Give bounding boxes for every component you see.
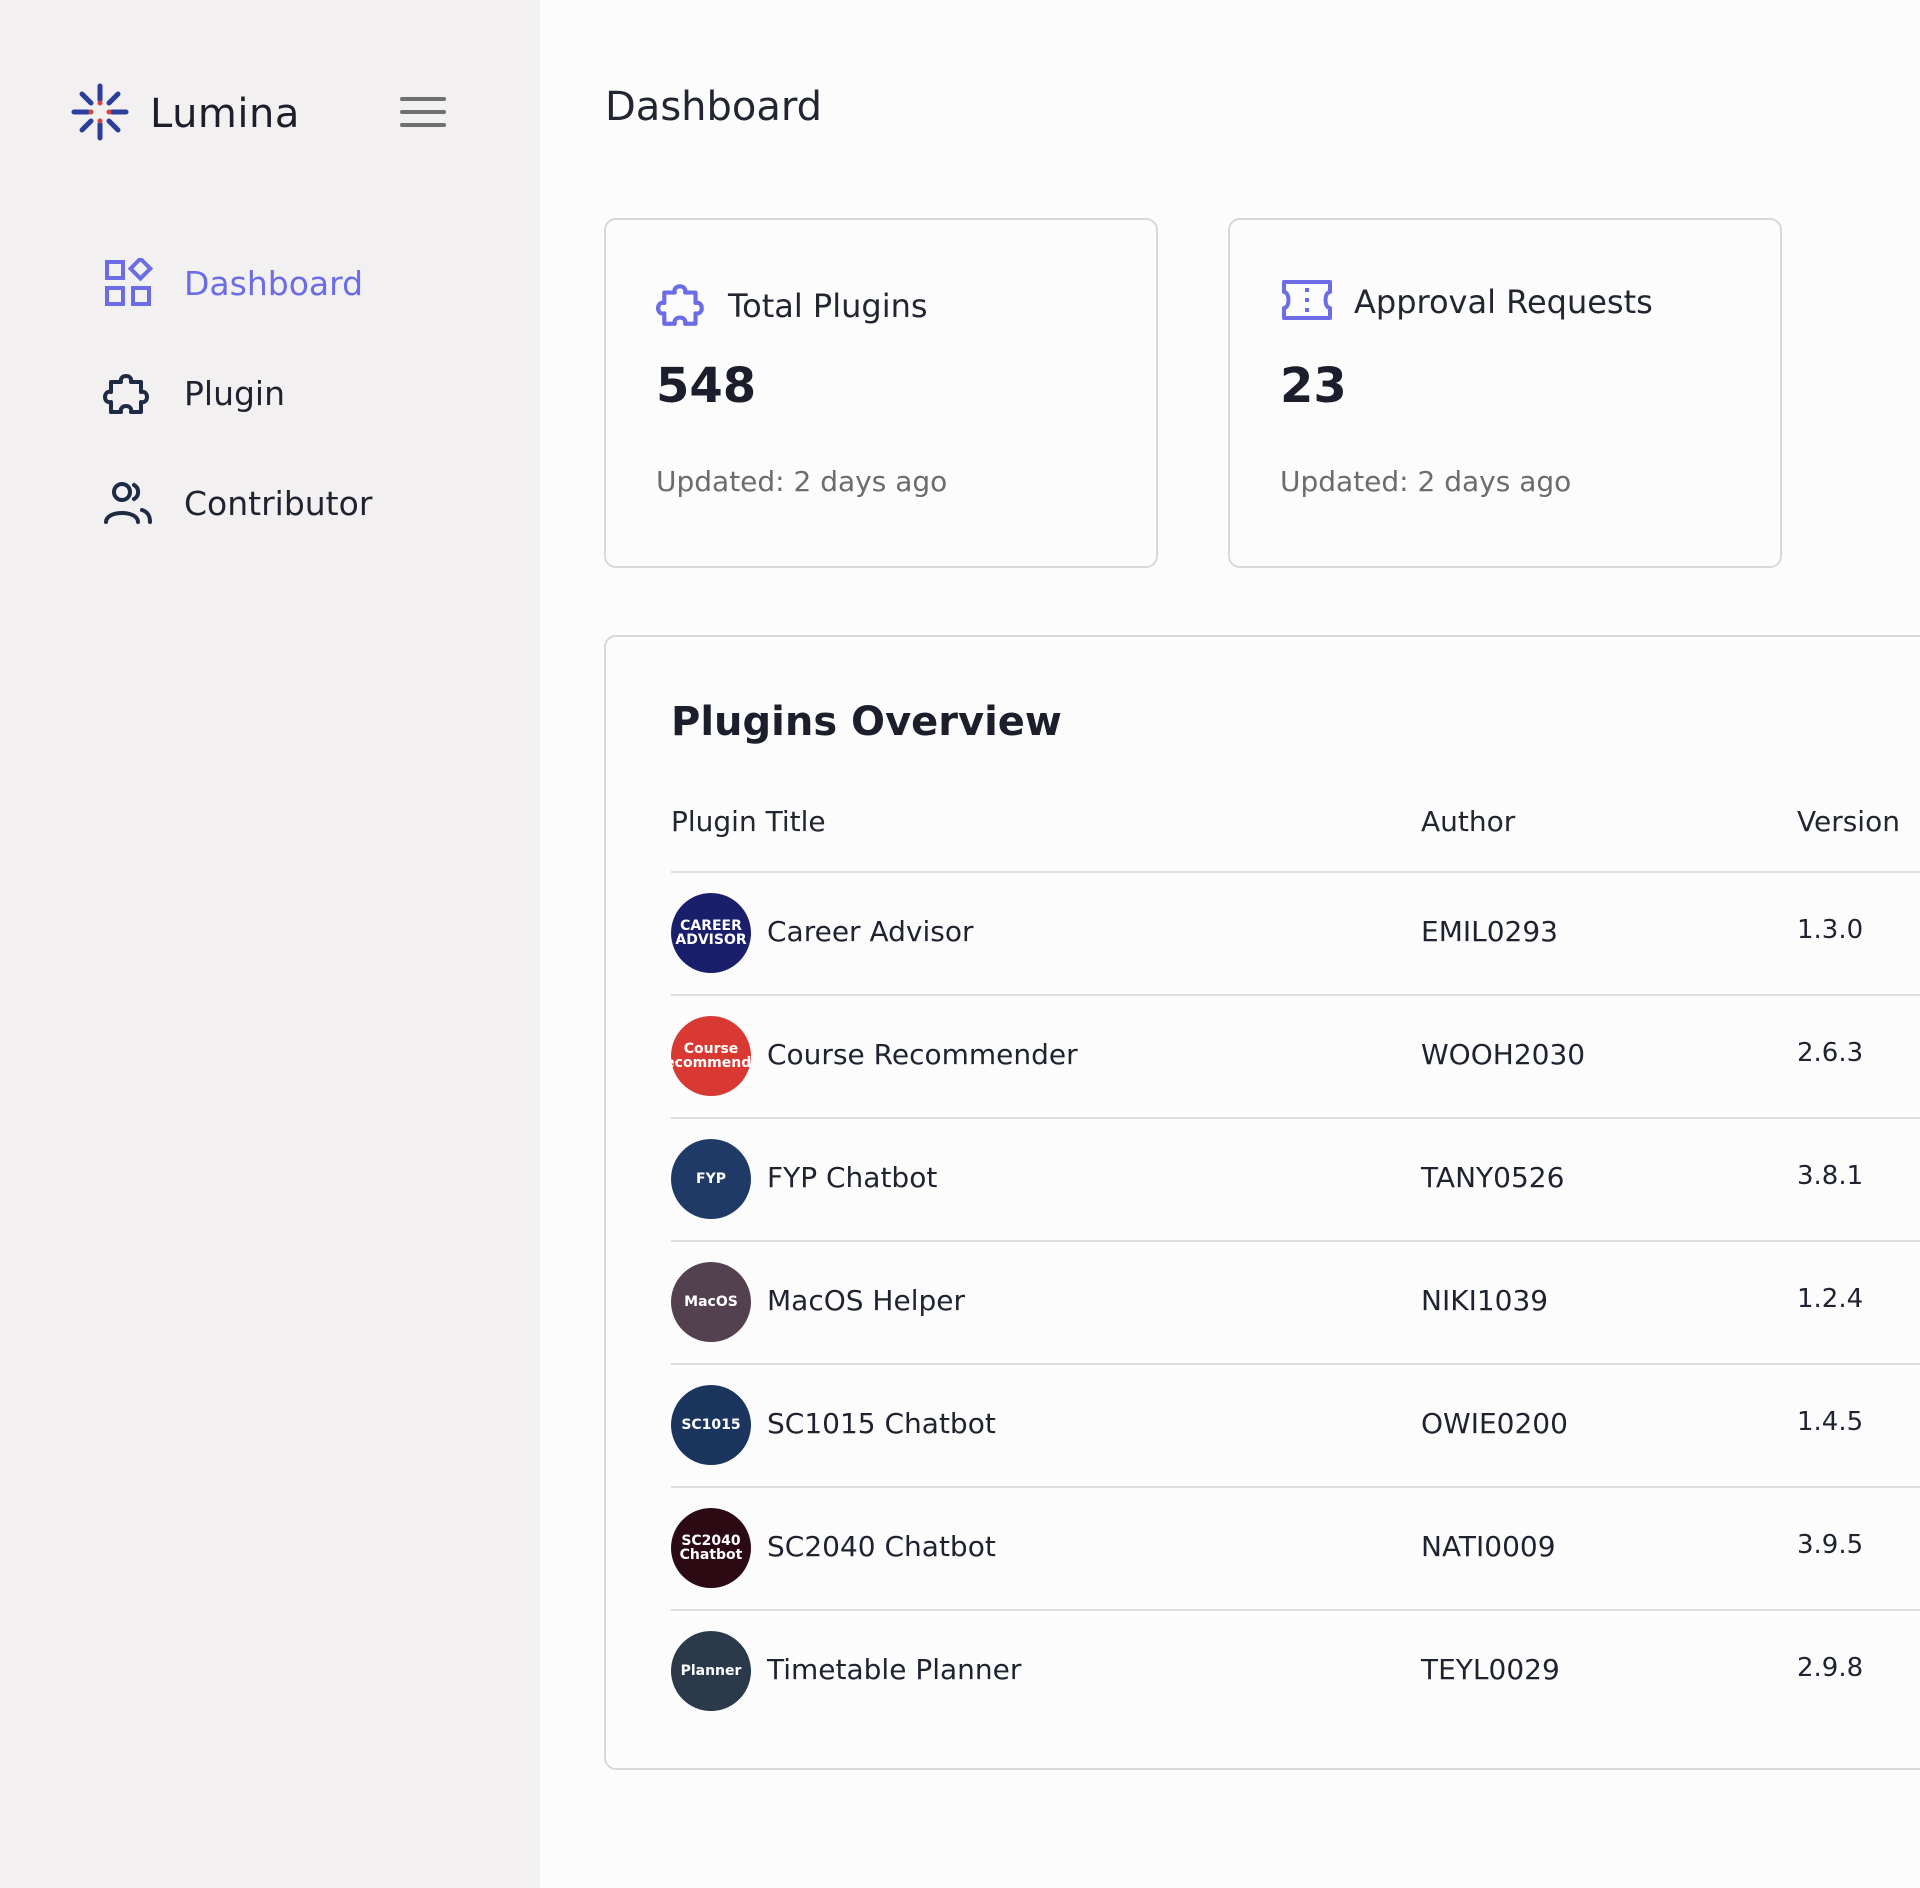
plugin-author: OWIE0200 [1421,1407,1568,1440]
column-header-title[interactable]: Plugin Title [671,805,826,838]
card-value: 23 [1280,358,1347,414]
ticket-icon [1280,278,1334,326]
overview-title: Plugins Overview [671,699,1062,745]
plugin-version: 3.9.5 [1797,1530,1864,1560]
plugin-title: SC1015 Chatbot [767,1407,996,1440]
table-row[interactable]: SC1015 SC1015 Chatbot OWIE0200 1.4.5 [671,1363,1920,1486]
plugin-avatar: SC1015 [671,1385,751,1465]
sidebar-item-plugin[interactable]: Plugin [102,338,372,448]
sidebar-item-dashboard[interactable]: Dashboard [102,228,372,338]
plugin-avatar: Course Recommender [671,1016,751,1096]
plugin-version: 2.6.3 [1797,1038,1864,1068]
plugin-title: FYP Chatbot [767,1161,938,1194]
dashboard-icon [102,257,154,309]
plugin-author: TEYL0029 [1421,1653,1560,1686]
plugin-avatar: CAREER ADVISOR [671,893,751,973]
hamburger-icon[interactable] [400,97,446,131]
table-header: Plugin Title Author Version [671,797,1920,847]
brand-name: Lumina [150,91,300,137]
puzzle-icon [102,367,154,419]
table-row[interactable]: Planner Timetable Planner TEYL0029 2.9.8 [671,1609,1920,1732]
lumina-logo-icon [68,80,132,148]
plugin-author: NIKI1039 [1421,1284,1549,1317]
plugin-title: SC2040 Chatbot [767,1530,996,1563]
users-icon [102,477,154,529]
plugins-overview: Plugins Overview Plugin Title Author Ver… [604,635,1920,1770]
card-title: Approval Requests [1354,283,1653,321]
plugin-title: Timetable Planner [767,1653,1022,1686]
plugin-avatar: FYP [671,1139,751,1219]
plugin-avatar: SC2040 Chatbot [671,1508,751,1588]
plugin-author: WOOH2030 [1421,1038,1586,1071]
sidebar-item-label: Contributor [184,483,373,523]
table-body: CAREER ADVISOR Career Advisor EMIL0293 1… [671,871,1920,1732]
card-header: Approval Requests [1280,278,1653,326]
plugin-author: NATI0009 [1421,1530,1556,1563]
sidebar-item-contributor[interactable]: Contributor [102,448,372,558]
card-updated: Updated: 2 days ago [656,465,948,498]
card-updated: Updated: 2 days ago [1280,465,1572,498]
plugin-title: MacOS Helper [767,1284,965,1317]
plugin-title: Course Recommender [767,1038,1078,1071]
table-row[interactable]: SC2040 Chatbot SC2040 Chatbot NATI0009 3… [671,1486,1920,1609]
brand[interactable]: Lumina [68,80,300,148]
table-row[interactable]: MacOS MacOS Helper NIKI1039 1.2.4 [671,1240,1920,1363]
plugin-version: 1.3.0 [1797,915,1864,945]
page-title: Dashboard [605,84,823,130]
column-header-author[interactable]: Author [1421,805,1515,838]
plugin-author: TANY0526 [1421,1161,1565,1194]
card-header: Total Plugins [656,278,928,334]
plugin-version: 2.9.8 [1797,1653,1864,1683]
card-title: Total Plugins [728,287,928,325]
plugin-avatar: Planner [671,1631,751,1711]
plugin-author: EMIL0293 [1421,915,1558,948]
plugin-version: 3.8.1 [1797,1161,1864,1191]
puzzle-icon [656,278,708,334]
sidebar: Lumina Dashboard Plugin Contributor [0,0,540,1888]
table-row[interactable]: FYP FYP Chatbot TANY0526 3.8.1 [671,1117,1920,1240]
stat-card-total-plugins[interactable]: Total Plugins 548 Updated: 2 days ago [604,218,1158,568]
table-row[interactable]: Course Recommender Course Recommender WO… [671,994,1920,1117]
plugin-avatar: MacOS [671,1262,751,1342]
card-value: 548 [656,358,757,414]
column-header-version[interactable]: Version [1797,805,1900,838]
sidebar-item-label: Dashboard [184,263,364,303]
plugin-title: Career Advisor [767,915,974,948]
plugin-version: 1.4.5 [1797,1407,1864,1437]
plugin-version: 1.2.4 [1797,1284,1864,1314]
stat-card-approval-requests[interactable]: Approval Requests 23 Updated: 2 days ago [1228,218,1782,568]
main-content: Dashboard Total Plugins 548 Updated: 2 d… [540,0,1920,1888]
sidebar-item-label: Plugin [184,373,286,413]
table-row[interactable]: CAREER ADVISOR Career Advisor EMIL0293 1… [671,871,1920,994]
sidebar-nav: Dashboard Plugin Contributor [102,228,372,558]
